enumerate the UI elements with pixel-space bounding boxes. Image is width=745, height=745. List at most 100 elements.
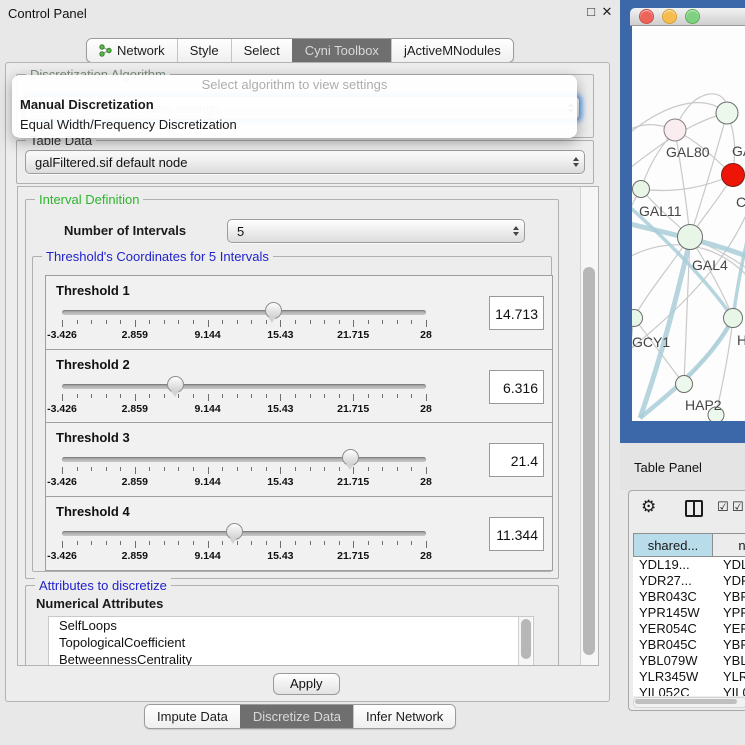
tick-label: 21.715	[337, 329, 369, 341]
tab-select[interactable]: Select	[231, 39, 292, 62]
slider-thumb[interactable]	[342, 449, 359, 466]
tick-mark	[426, 541, 427, 548]
tab-infer-network[interactable]: Infer Network	[353, 705, 455, 728]
tick-label: 21.715	[337, 476, 369, 488]
attribute-list-item[interactable]: TopologicalCoefficient	[49, 634, 533, 651]
tick-mark	[397, 394, 398, 398]
cell-name: YER0	[715, 621, 745, 637]
tick-mark	[368, 467, 369, 471]
tab-label: Cyni Toolbox	[305, 43, 379, 58]
tick-mark	[222, 394, 223, 398]
tab-cyni-toolbox[interactable]: Cyni Toolbox	[292, 39, 391, 62]
group-title: Attributes to discretize	[35, 578, 171, 593]
tab-style[interactable]: Style	[177, 39, 231, 62]
network-node[interactable]	[664, 119, 686, 141]
select-all-icon[interactable]: ☑	[732, 499, 744, 515]
table-data-combobox[interactable]: galFiltered.sif default node	[25, 150, 585, 174]
tab-impute-data[interactable]: Impute Data	[145, 705, 240, 728]
close-window-button[interactable]	[639, 9, 654, 24]
table-row[interactable]: YIL052CYIL0	[633, 685, 745, 696]
table-row[interactable]: YBR043CYBR0	[633, 589, 745, 605]
gear-icon[interactable]: ⚙	[641, 497, 656, 517]
column-header-name[interactable]: n	[712, 533, 745, 557]
slider-thumb[interactable]	[226, 523, 243, 540]
slider-track[interactable]	[62, 457, 426, 462]
minimize-window-button[interactable]	[662, 9, 677, 24]
dropdown-item[interactable]: Select algorithm to view settings	[12, 75, 577, 95]
network-window-titlebar[interactable]	[630, 8, 745, 26]
tick-mark	[266, 541, 267, 545]
apply-button[interactable]: Apply	[273, 673, 340, 695]
attributes-list-scrollbar[interactable]	[518, 617, 532, 666]
tick-mark	[208, 320, 209, 327]
table-row[interactable]: YBL079WYBL0	[633, 653, 745, 669]
network-edge	[641, 175, 733, 191]
threshold-value-field[interactable]: 21.4	[489, 443, 544, 477]
tick-mark	[382, 394, 383, 398]
cell-shared-name: YBL079W	[633, 653, 715, 669]
network-node[interactable]	[716, 102, 738, 124]
select-columns-icon[interactable]: ☑	[717, 499, 729, 515]
tick-mark	[164, 541, 165, 545]
network-node[interactable]	[724, 309, 743, 328]
network-node[interactable]	[676, 376, 693, 393]
zoom-window-button[interactable]	[685, 9, 700, 24]
network-node[interactable]	[632, 310, 643, 327]
tab-network[interactable]: Network	[87, 39, 177, 62]
table-row[interactable]: YPR145WYPR1	[633, 605, 745, 621]
tick-label: 9.144	[194, 476, 220, 488]
attribute-list-item[interactable]: SelfLoops	[49, 617, 533, 634]
tick-label: -3.426	[47, 329, 77, 341]
tab-label: Style	[190, 43, 219, 58]
network-node[interactable]	[633, 181, 650, 198]
tab-label: jActiveMNodules	[404, 43, 501, 58]
table-row[interactable]: YDR27...YDR2	[633, 573, 745, 589]
table-row[interactable]: YDL19...YDL1	[633, 557, 745, 573]
slider-track[interactable]	[62, 531, 426, 536]
tick-mark	[77, 541, 78, 545]
float-panel-icon[interactable]: □	[584, 5, 598, 19]
tab-jactivemnodules[interactable]: jActiveMNodules	[391, 39, 513, 62]
threshold-label: Threshold 2	[56, 357, 130, 372]
network-node[interactable]	[678, 225, 703, 250]
cell-shared-name: YLR345W	[633, 669, 715, 685]
threshold-value-field[interactable]: 6.316	[489, 370, 544, 404]
tick-mark	[149, 541, 150, 545]
tick-mark	[164, 467, 165, 471]
num-intervals-combobox[interactable]: 5	[227, 219, 525, 243]
tick-mark	[324, 467, 325, 471]
table-row[interactable]: YBR045CYBR0	[633, 637, 745, 653]
columns-icon[interactable]	[685, 500, 703, 517]
tick-label: 28	[420, 476, 432, 488]
slider-thumb[interactable]	[265, 302, 282, 319]
slider-thumb[interactable]	[167, 376, 184, 393]
tick-mark	[135, 541, 136, 548]
node-label: C	[736, 194, 745, 210]
close-panel-icon[interactable]: ✕	[600, 5, 614, 19]
threshold-value-field[interactable]: 14.713	[489, 296, 544, 330]
numerical-attributes-list[interactable]: SelfLoopsTopologicalCoefficientBetweenne…	[48, 616, 534, 666]
threshold-value-field[interactable]: 11.344	[489, 517, 544, 551]
network-node[interactable]	[722, 164, 745, 187]
tick-mark	[280, 541, 281, 548]
table-row[interactable]: YER054CYER0	[633, 621, 745, 637]
network-canvas[interactable]: GAL80GACGAL11GAL4GCY1HHAP2	[632, 26, 745, 421]
attribute-list-item[interactable]: BetweennessCentrality	[49, 651, 533, 666]
table-row[interactable]: YLR345WYLR3	[633, 669, 745, 685]
table-horizontal-scrollbar[interactable]	[633, 697, 745, 708]
column-header-shared-name[interactable]: shared...	[633, 533, 713, 557]
node-label: GAL80	[666, 144, 710, 160]
slider-track[interactable]	[62, 310, 426, 315]
settings-scrollbar[interactable]	[580, 187, 598, 665]
tick-mark	[106, 394, 107, 398]
tick-mark	[251, 541, 252, 545]
panel-title: Control Panel	[8, 6, 87, 21]
tick-mark	[135, 320, 136, 327]
tab-discretize-data[interactable]: Discretize Data	[240, 705, 353, 728]
dropdown-item[interactable]: Manual Discretization	[12, 95, 577, 115]
dropdown-item[interactable]: Equal Width/Frequency Discretization	[12, 115, 577, 135]
combo-arrows-icon	[508, 220, 524, 242]
tick-label: 21.715	[337, 550, 369, 562]
tick-mark	[411, 467, 412, 471]
slider-track[interactable]	[62, 384, 426, 389]
